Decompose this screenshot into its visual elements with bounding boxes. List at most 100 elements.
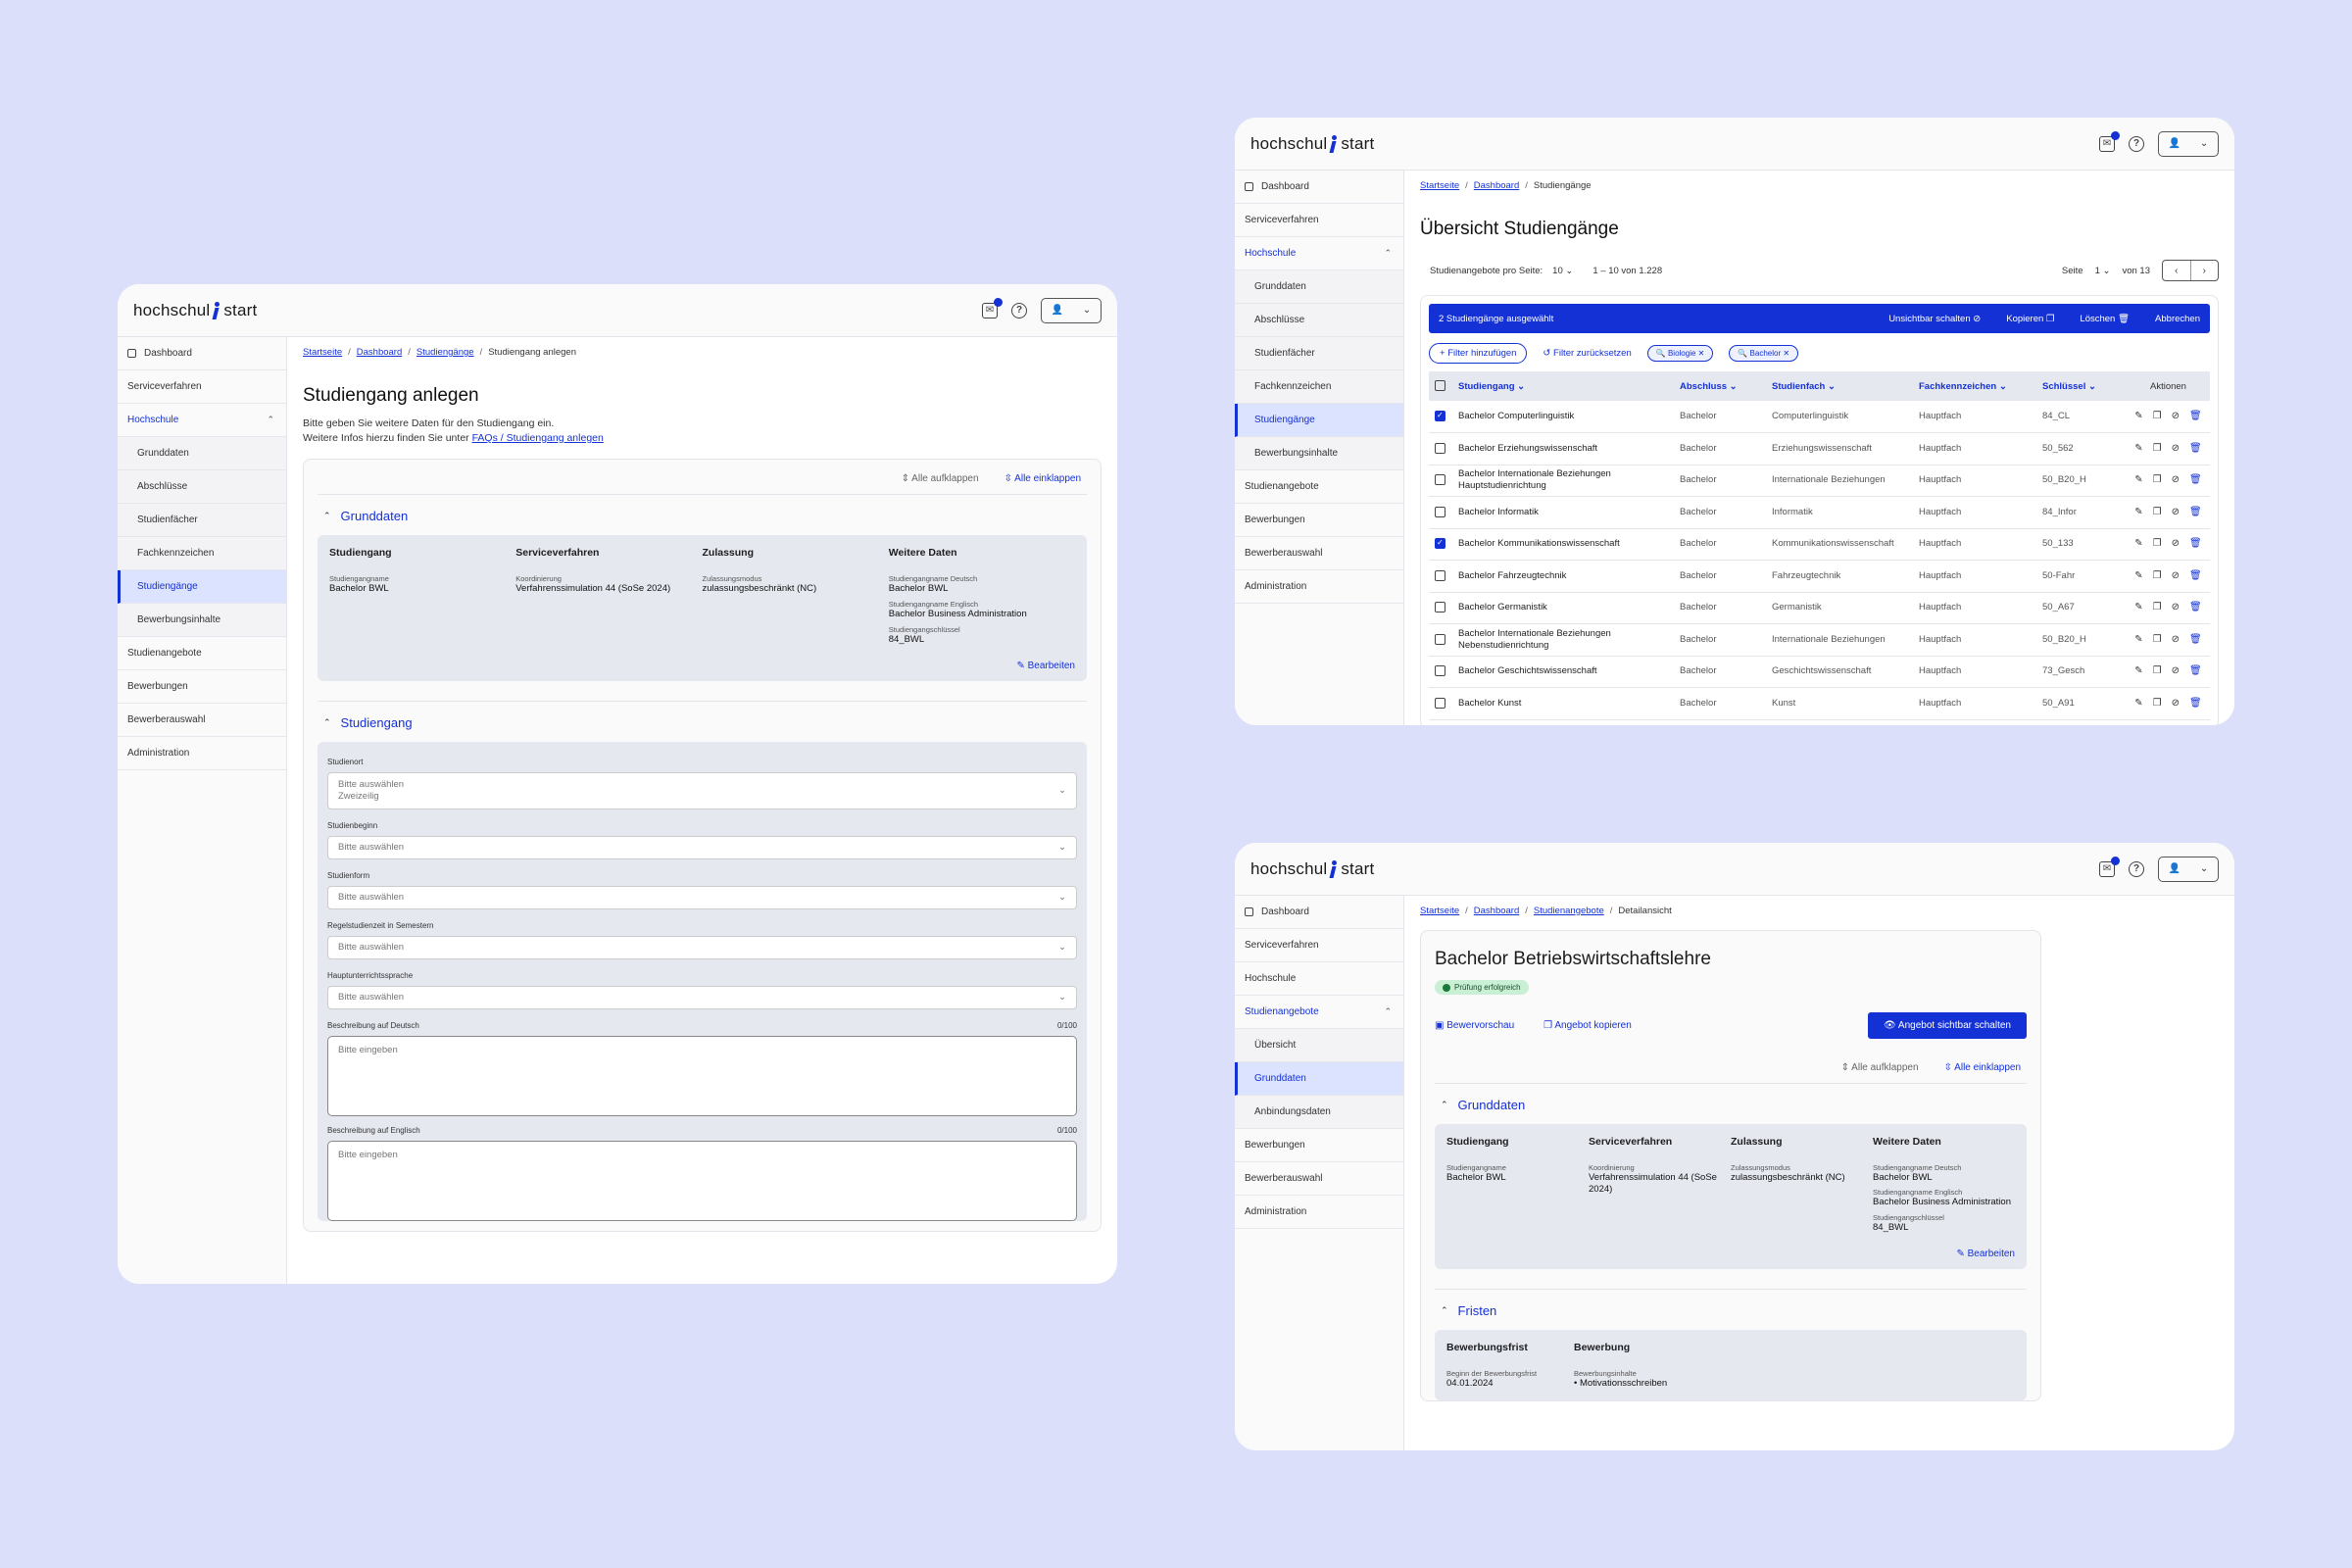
section-grunddaten[interactable]: ⌃ Grunddaten xyxy=(1435,1084,2027,1124)
pencil-icon[interactable]: ✎ xyxy=(2134,634,2142,647)
col-fachkennzeichen[interactable]: Fachkennzeichen ⌄ xyxy=(1913,371,2036,401)
row-checkbox[interactable] xyxy=(1435,602,1446,613)
description-de-textarea[interactable]: Bitte eingeben xyxy=(327,1035,1077,1116)
help-icon[interactable]: ? xyxy=(2129,860,2144,877)
copy-icon[interactable]: ❐ xyxy=(2153,411,2162,423)
edit-button[interactable]: ✎ Bearbeiten xyxy=(329,661,1075,671)
eye-off-icon[interactable]: ⊘ xyxy=(2172,602,2180,614)
breadcrumb-dashboard[interactable]: Dashboard xyxy=(1474,906,1519,916)
pencil-icon[interactable]: ✎ xyxy=(2134,570,2142,583)
trash-icon[interactable]: 🗑 xyxy=(2189,507,2202,519)
pencil-icon[interactable]: ✎ xyxy=(2134,474,2142,487)
sidebar-item-grunddaten[interactable]: Grunddaten xyxy=(118,437,286,470)
copy-icon[interactable]: ❐ xyxy=(2153,538,2162,551)
edit-button[interactable]: ✎ Bearbeiten xyxy=(1446,1249,2015,1259)
inbox-icon[interactable]: ✉ xyxy=(982,297,1003,318)
studienform-select[interactable]: Bitte auswählen ⌄ xyxy=(327,885,1077,909)
sidebar-item-studiengaenge[interactable]: Studiengänge xyxy=(118,570,286,604)
breadcrumb-startseite[interactable]: Startseite xyxy=(1420,906,1459,916)
eye-off-icon[interactable]: ⊘ xyxy=(2172,507,2180,519)
collapse-all-button[interactable]: ⇳ Alle einklappen xyxy=(1944,1062,2021,1073)
user-menu-button[interactable]: 👤 ⌄ xyxy=(2158,130,2219,157)
section-grunddaten[interactable]: ⌃ Grunddaten xyxy=(318,495,1087,535)
eye-off-icon[interactable]: ⊘ xyxy=(2172,474,2180,487)
hide-selected-button[interactable]: Unsichtbar schalten ⊘ xyxy=(1888,314,1981,324)
help-icon[interactable]: ? xyxy=(1011,302,1027,318)
sidebar-item-studiengaenge[interactable]: Studiengänge xyxy=(1235,404,1403,437)
make-visible-button[interactable]: 👁 Angebot sichtbar schalten xyxy=(1868,1011,2027,1039)
row-checkbox[interactable] xyxy=(1435,697,1446,709)
breadcrumb-dashboard[interactable]: Dashboard xyxy=(1474,180,1519,191)
copy-icon[interactable]: ❐ xyxy=(2153,443,2162,456)
col-studiengang[interactable]: Studiengang ⌄ xyxy=(1452,371,1674,401)
breadcrumb-studienangebote[interactable]: Studienangebote xyxy=(1534,906,1604,916)
expand-all-button[interactable]: ⇕ Alle aufklappen xyxy=(1841,1062,1919,1073)
row-checkbox[interactable] xyxy=(1435,569,1446,581)
inbox-icon[interactable]: ✉ xyxy=(2099,130,2120,152)
sprache-select[interactable]: Bitte auswählen ⌄ xyxy=(327,985,1077,1009)
sidebar-item-dashboard[interactable]: Dashboard xyxy=(1235,171,1403,204)
sidebar-item-bewerberauswahl[interactable]: Bewerberauswahl xyxy=(118,704,286,737)
row-checkbox[interactable] xyxy=(1435,633,1446,645)
col-studienfach[interactable]: Studienfach ⌄ xyxy=(1766,371,1913,401)
breadcrumb-startseite[interactable]: Startseite xyxy=(303,347,342,358)
sidebar-item-administration[interactable]: Administration xyxy=(118,737,286,770)
logo[interactable]: hochschul start xyxy=(1250,859,1374,879)
next-page-button[interactable]: › xyxy=(2191,261,2219,280)
user-menu-button[interactable]: 👤 ⌄ xyxy=(2158,856,2219,882)
eye-off-icon[interactable]: ⊘ xyxy=(2172,570,2180,583)
trash-icon[interactable]: 🗑 xyxy=(2189,698,2202,710)
trash-icon[interactable]: 🗑 xyxy=(2189,411,2202,423)
collapse-all-button[interactable]: ⇳ Alle einklappen xyxy=(1004,473,1081,484)
preview-button[interactable]: ▣ Bewervorschau xyxy=(1435,1020,1514,1031)
trash-icon[interactable]: 🗑 xyxy=(2189,665,2202,678)
per-page-select[interactable]: 10 ⌄ xyxy=(1552,266,1573,276)
pencil-icon[interactable]: ✎ xyxy=(2134,411,2142,423)
sidebar-item-fachkennzeichen[interactable]: Fachkennzeichen xyxy=(1235,370,1403,404)
copy-icon[interactable]: ❐ xyxy=(2153,634,2162,647)
sidebar-item-anbindungsdaten[interactable]: Anbindungsdaten xyxy=(1235,1096,1403,1129)
select-all-checkbox[interactable] xyxy=(1435,380,1446,392)
sidebar-item-bewerbungen[interactable]: Bewerbungen xyxy=(118,670,286,704)
page-select[interactable]: 1 ⌄ xyxy=(2095,266,2111,276)
sidebar-item-serviceverfahren[interactable]: Serviceverfahren xyxy=(1235,204,1403,237)
col-schluessel[interactable]: Schlüssel ⌄ xyxy=(2036,371,2121,401)
logo[interactable]: hochschul start xyxy=(1250,134,1374,154)
sidebar-item-bewerbungen[interactable]: Bewerbungen xyxy=(1235,1129,1403,1162)
eye-off-icon[interactable]: ⊘ xyxy=(2172,698,2180,710)
copy-icon[interactable]: ❐ xyxy=(2153,570,2162,583)
breadcrumb-dashboard[interactable]: Dashboard xyxy=(357,347,402,358)
sidebar-item-serviceverfahren[interactable]: Serviceverfahren xyxy=(1235,929,1403,962)
eye-off-icon[interactable]: ⊘ xyxy=(2172,538,2180,551)
sidebar-item-studienangebote[interactable]: Studienangebote ⌃ xyxy=(1235,996,1403,1029)
sidebar-item-bewerbungen[interactable]: Bewerbungen xyxy=(1235,504,1403,537)
sidebar-item-bewerberauswahl[interactable]: Bewerberauswahl xyxy=(1235,537,1403,570)
eye-off-icon[interactable]: ⊘ xyxy=(2172,665,2180,678)
studienbeginn-select[interactable]: Bitte auswählen ⌄ xyxy=(327,835,1077,859)
eye-off-icon[interactable]: ⊘ xyxy=(2172,411,2180,423)
help-icon[interactable]: ? xyxy=(2129,135,2144,152)
sidebar-item-studienfaecher[interactable]: Studienfächer xyxy=(118,504,286,537)
trash-icon[interactable]: 🗑 xyxy=(2189,474,2202,487)
sidebar-item-bewerbungsinhalte[interactable]: Bewerbungsinhalte xyxy=(1235,437,1403,470)
sidebar-item-grunddaten[interactable]: Grunddaten xyxy=(1235,1062,1403,1096)
trash-icon[interactable]: 🗑 xyxy=(2189,538,2202,551)
section-studiengang[interactable]: ⌃ Studiengang xyxy=(318,700,1087,742)
sidebar-item-hochschule[interactable]: Hochschule ⌃ xyxy=(118,404,286,437)
sidebar-item-hochschule[interactable]: Hochschule ⌃ xyxy=(1235,237,1403,270)
sidebar-item-uebersicht[interactable]: Übersicht xyxy=(1235,1029,1403,1062)
copy-icon[interactable]: ❐ xyxy=(2153,507,2162,519)
sidebar-item-administration[interactable]: Administration xyxy=(1235,570,1403,604)
copy-icon[interactable]: ❐ xyxy=(2153,602,2162,614)
copy-icon[interactable]: ❐ xyxy=(2153,665,2162,678)
eye-off-icon[interactable]: ⊘ xyxy=(2172,634,2180,647)
sidebar-item-bewerberauswahl[interactable]: Bewerberauswahl xyxy=(1235,1162,1403,1196)
prev-page-button[interactable]: ‹ xyxy=(2163,261,2191,280)
copy-icon[interactable]: ❐ xyxy=(2153,474,2162,487)
breadcrumb-studiengaenge[interactable]: Studiengänge xyxy=(416,347,474,358)
col-abschluss[interactable]: Abschluss ⌄ xyxy=(1674,371,1766,401)
sidebar-item-fachkennzeichen[interactable]: Fachkennzeichen xyxy=(118,537,286,570)
copy-offer-button[interactable]: ❐ Angebot kopieren xyxy=(1544,1020,1632,1031)
pencil-icon[interactable]: ✎ xyxy=(2134,507,2142,519)
sidebar-item-abschluesse[interactable]: Abschlüsse xyxy=(118,470,286,504)
